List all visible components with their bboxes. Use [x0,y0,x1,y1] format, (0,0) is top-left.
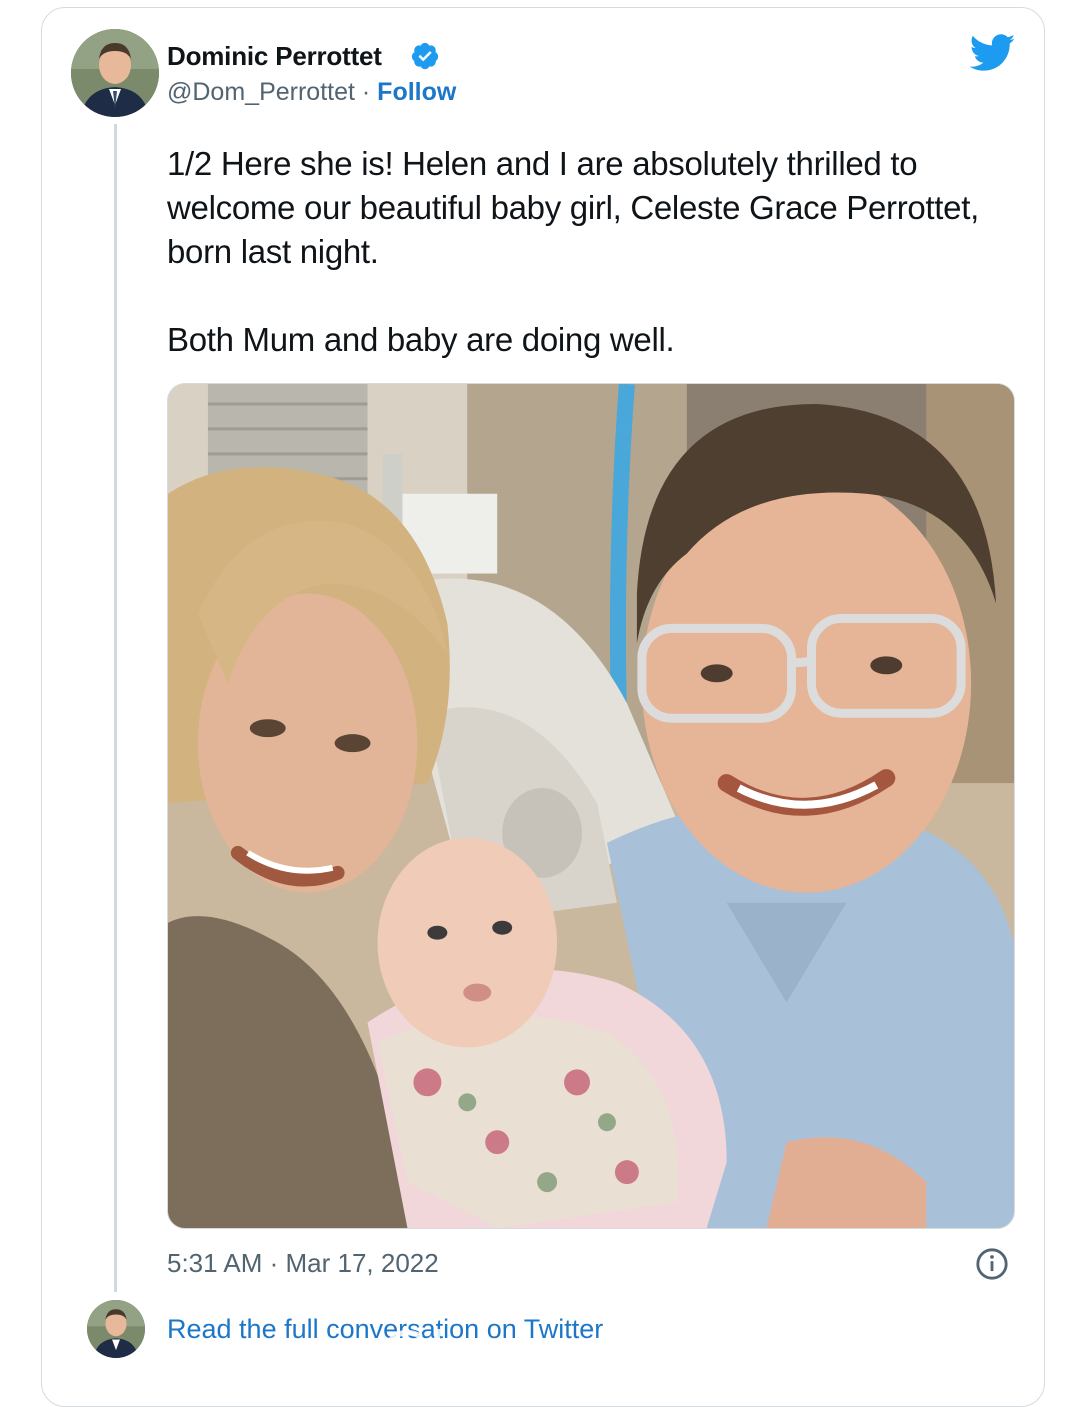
author-avatar[interactable] [71,29,159,117]
tweet-text: 1/2 Here she is! Helen and I are absolut… [167,142,1017,362]
thread-line [114,124,117,1292]
reply-avatar[interactable] [87,1300,145,1358]
handle-separator: · [354,78,378,106]
tweet-photo[interactable] [167,383,1015,1229]
twitter-bird-icon[interactable] [970,34,1016,72]
tweet-timestamp[interactable]: 5:31 AM · Mar 17, 2022 [167,1248,439,1279]
info-icon[interactable] [975,1247,1009,1281]
read-full-conversation-link[interactable]: Read the full conversation on Twitter [167,1314,603,1345]
author-name[interactable]: Dominic Perrottet [167,41,382,72]
author-handle[interactable]: @Dom_Perrottet [167,78,355,106]
verified-badge-icon [411,42,439,70]
tweet-paragraph: 1/2 Here she is! Helen and I are absolut… [167,145,979,270]
handle-row: @Dom_Perrottet · Follow [167,78,456,107]
tweet-paragraph: Both Mum and baby are doing well. [167,321,675,358]
follow-button[interactable]: Follow [377,78,456,106]
